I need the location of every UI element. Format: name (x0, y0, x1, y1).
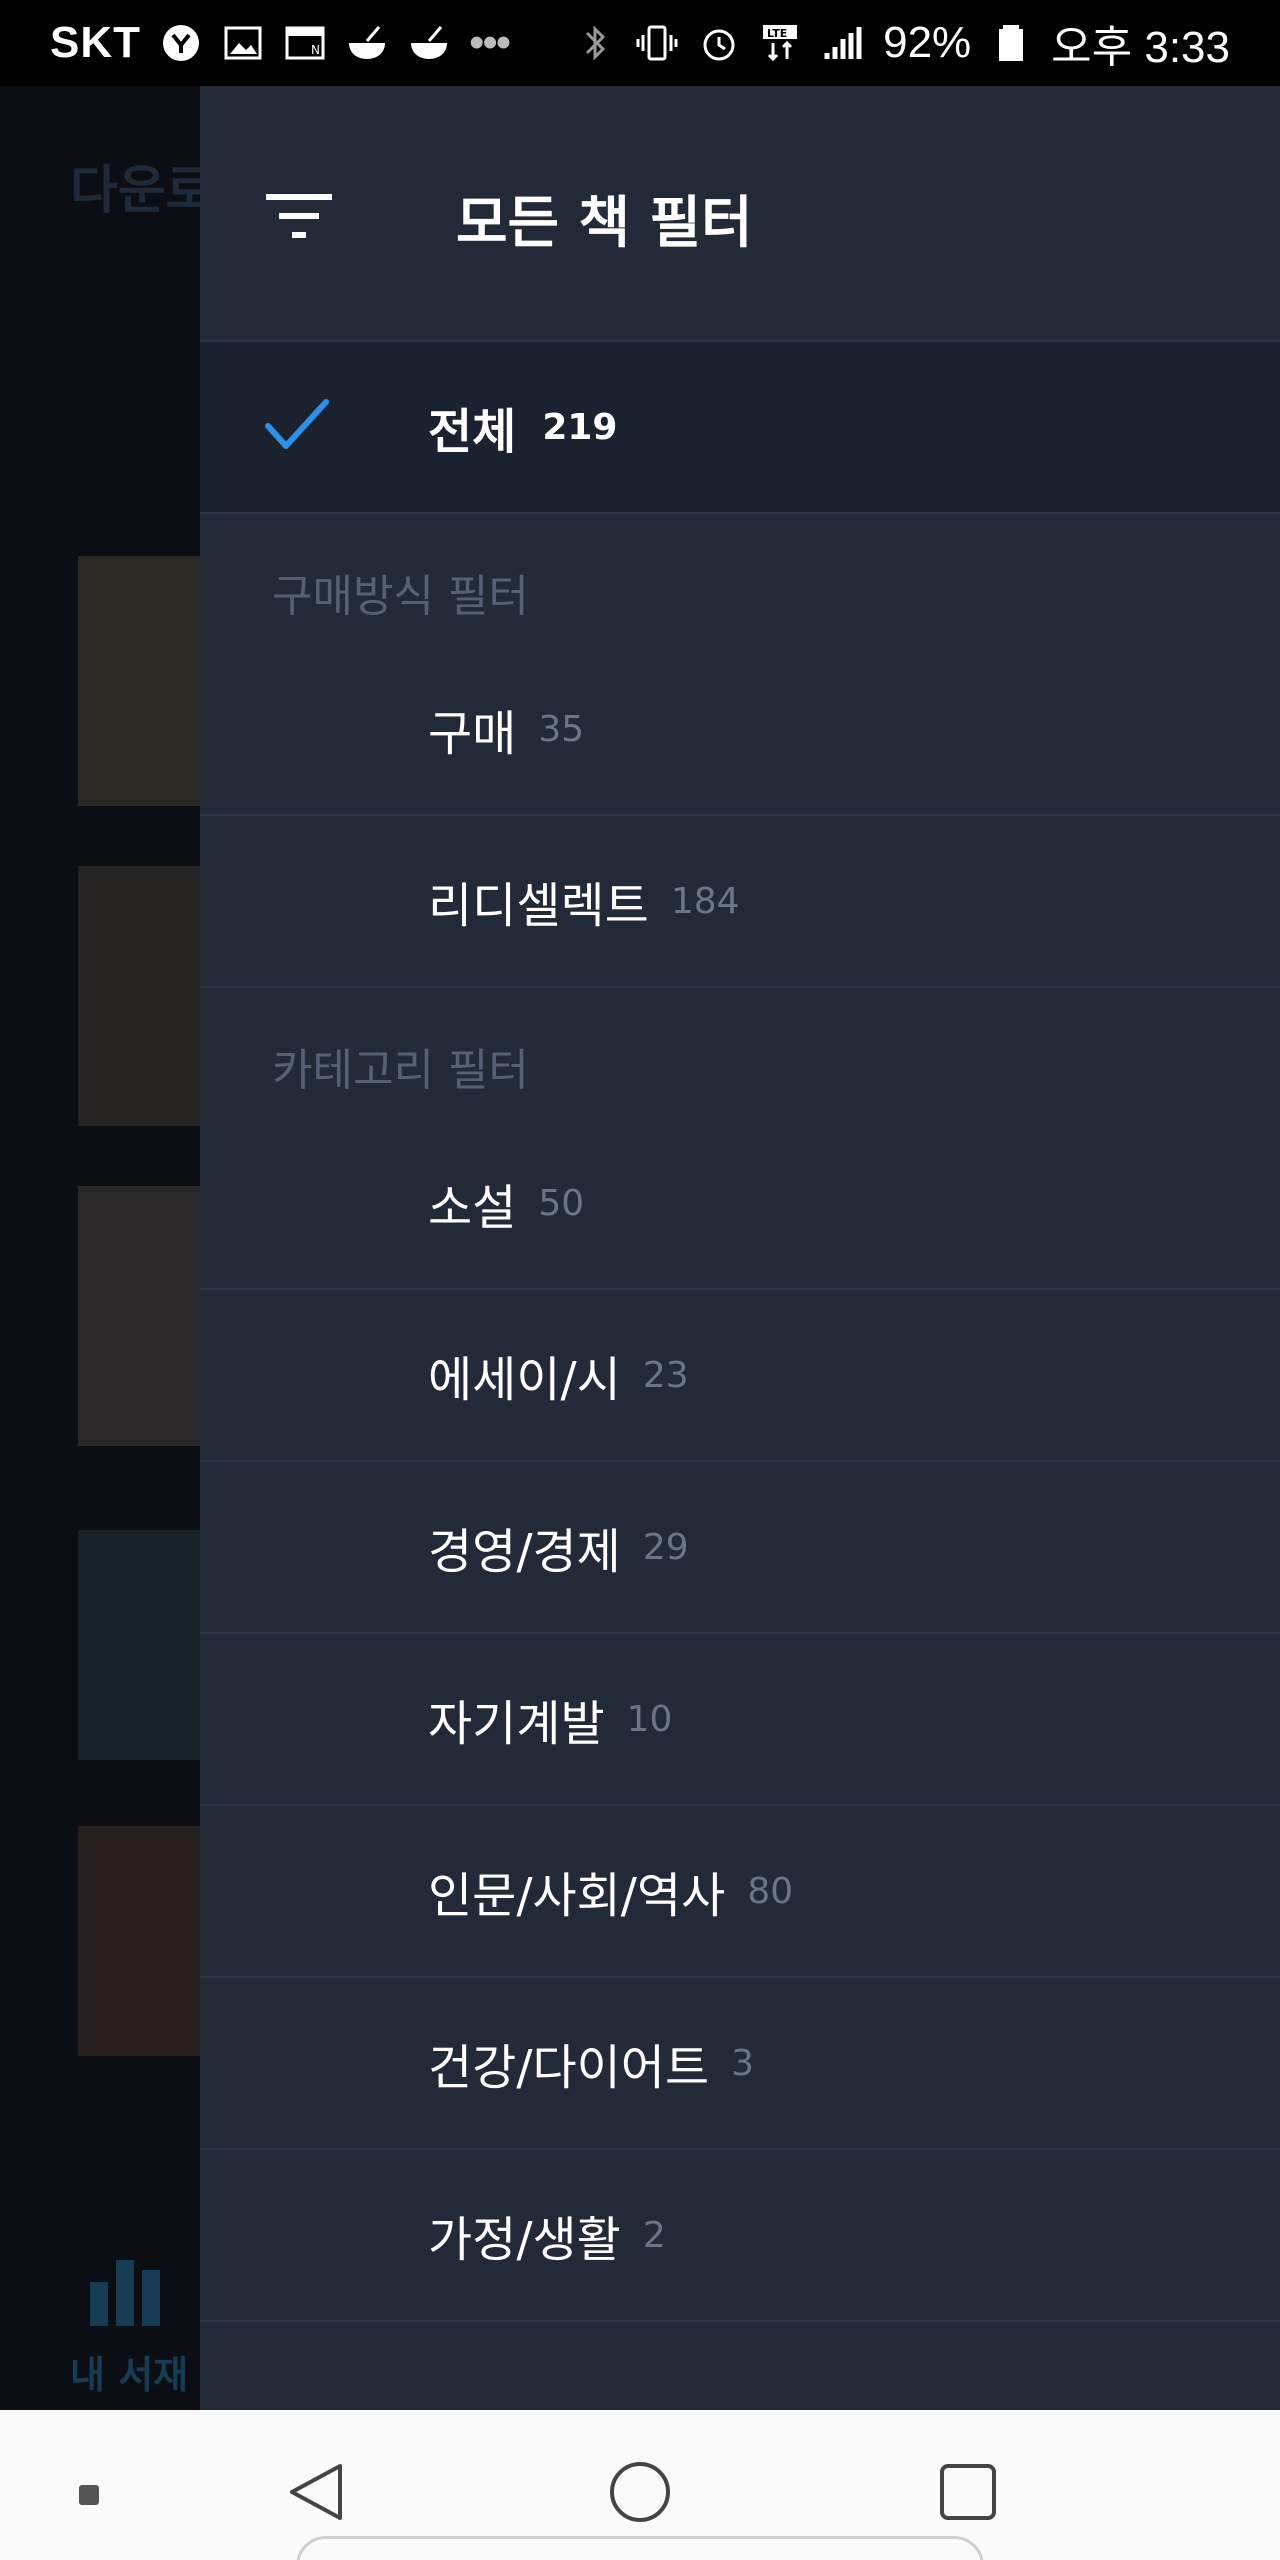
book-cover (78, 1826, 200, 2056)
bowl-icon (345, 21, 389, 65)
filter-item-label: 자기계발 (428, 1696, 605, 1752)
filter-icon (266, 194, 332, 238)
battery-percent: 92% (883, 18, 972, 67)
svg-text:N: N (311, 43, 320, 57)
vibrate-icon (635, 21, 679, 65)
filter-item-purchase[interactable]: 구매 35 (200, 644, 1280, 816)
filter-item-count: 10 (626, 1698, 673, 1740)
app-notification-icon (159, 21, 203, 65)
home-circle-icon (610, 2462, 670, 2522)
clock: 오후 3:33 (1051, 23, 1230, 72)
filter-item-novel[interactable]: 소설 50 (200, 1118, 1280, 1290)
recents-button[interactable] (928, 2452, 1008, 2532)
filter-item-ridiselect[interactable]: 리디셀렉트 184 (200, 816, 1280, 988)
filter-item-label: 구매 (428, 706, 517, 762)
news-icon: N (283, 21, 327, 65)
section-header-category: 카테고리 필터 (272, 1045, 529, 1096)
filter-item-label: 소설 (428, 1180, 517, 1236)
battery-icon (989, 21, 1033, 65)
filter-item-count: 35 (538, 708, 585, 750)
filter-item-count: 184 (670, 880, 740, 922)
bluetooth-icon (573, 21, 617, 65)
recents-square-icon (940, 2464, 996, 2520)
filter-item-label: 인문/사회/역사 (428, 1868, 726, 1924)
book-cover (78, 1186, 200, 1446)
filter-item-count: 80 (747, 1870, 794, 1912)
nav-dot-icon[interactable] (74, 2480, 104, 2510)
alarm-icon (697, 21, 741, 65)
gesture-handle[interactable] (296, 2536, 984, 2560)
filter-item-self-development[interactable]: 자기계발 10 (200, 1634, 1280, 1806)
filter-item-count: 50 (538, 1182, 585, 1224)
system-nav-bar (0, 2410, 1280, 2560)
background-library-screen[interactable]: 다운로 내 서재 (0, 86, 200, 2410)
drawer-title: 모든 책 필터 (456, 191, 753, 256)
signal-icon (821, 21, 865, 65)
more-notifications-icon: ••• (469, 18, 511, 67)
book-cover (78, 1530, 200, 1760)
filter-item-label: 건강/다이어트 (428, 2040, 710, 2096)
status-bar: SKT N ••• LTE 92% 오후 3:33 (0, 0, 1280, 86)
filter-item-count: 3 (731, 2042, 755, 2084)
background-page-title: 다운로 (70, 161, 200, 221)
check-icon (265, 399, 329, 449)
filter-item-health-diet[interactable]: 건강/다이어트 3 (200, 1978, 1280, 2150)
filter-item-label: 가정/생활 (428, 2212, 621, 2268)
image-icon (221, 21, 265, 65)
svg-text:LTE: LTE (767, 27, 787, 40)
filter-item-count: 29 (642, 1526, 689, 1568)
filter-item-home-living[interactable]: 가정/생활 2 (200, 2150, 1280, 2322)
filter-item-essay-poetry[interactable]: 에세이/시 23 (200, 1290, 1280, 1462)
filter-item-count: 219 (542, 406, 618, 448)
filter-item-business-economy[interactable]: 경영/경제 29 (200, 1462, 1280, 1634)
filter-item-label: 리디셀렉트 (428, 878, 649, 934)
book-cover (78, 556, 200, 806)
back-button[interactable] (276, 2452, 356, 2532)
section-header-purchase-type: 구매방식 필터 (272, 571, 529, 622)
bowl-icon (407, 21, 451, 65)
lte-icon: LTE (759, 21, 803, 65)
home-button[interactable] (600, 2452, 680, 2532)
filter-item-label: 경영/경제 (428, 1524, 621, 1580)
filter-item-label: 에세이/시 (428, 1352, 621, 1408)
drawer-header: 모든 책 필터 (200, 86, 1280, 342)
filter-drawer: 모든 책 필터 전체 219 구매방식 필터 구매 35 리디셀렉트 184 카… (200, 86, 1280, 2410)
filter-item-all[interactable]: 전체 219 (200, 342, 1280, 514)
filter-item-label: 전체 (428, 404, 517, 460)
book-cover (78, 866, 200, 1126)
filter-item-count: 23 (642, 1354, 689, 1396)
filter-item-count: 2 (642, 2214, 666, 2256)
carrier-label: SKT (50, 18, 141, 67)
back-triangle-icon (290, 2464, 342, 2520)
filter-item-humanities[interactable]: 인문/사회/역사 80 (200, 1806, 1280, 1978)
library-tab-label: 내 서재 (70, 2353, 189, 2397)
library-tab-icon (90, 2256, 170, 2326)
